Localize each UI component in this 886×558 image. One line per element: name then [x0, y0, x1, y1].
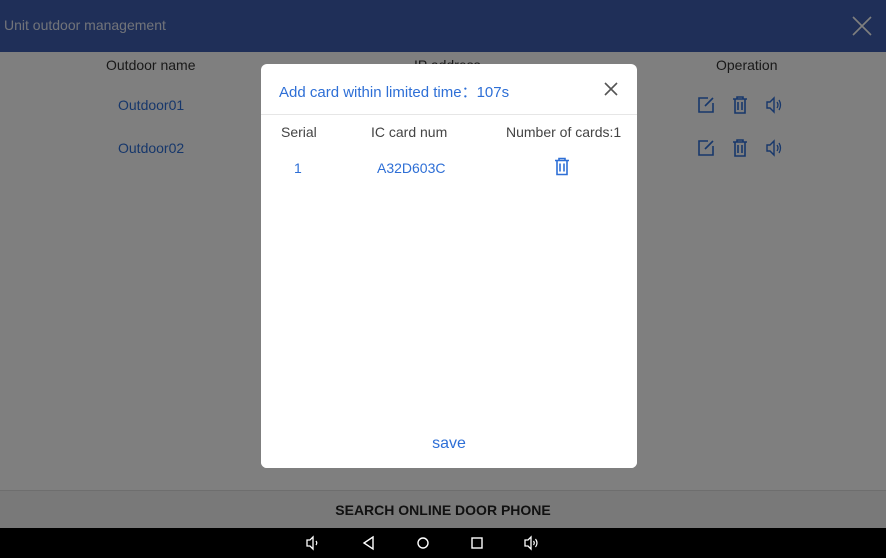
card-serial: 1 — [294, 160, 302, 176]
column-ic-card-num: IC card num — [371, 124, 448, 140]
save-button[interactable]: save — [261, 420, 637, 468]
volume-down-icon[interactable] — [305, 535, 321, 551]
home-icon[interactable] — [415, 535, 431, 551]
volume-up-icon[interactable] — [524, 535, 540, 551]
recents-icon[interactable] — [469, 535, 485, 551]
delete-icon[interactable] — [553, 157, 571, 176]
card-number: A32D603C — [377, 160, 446, 176]
back-icon[interactable] — [361, 535, 377, 551]
divider — [261, 114, 637, 115]
column-serial: Serial — [281, 124, 317, 140]
column-number-of-cards: Number of cards:1 — [506, 124, 622, 140]
close-icon[interactable] — [601, 79, 621, 99]
dialog-title: Add card within limited time：107s — [279, 84, 510, 101]
system-nav-bar — [0, 528, 886, 558]
add-card-dialog: Add card within limited time：107s Serial… — [261, 64, 637, 468]
